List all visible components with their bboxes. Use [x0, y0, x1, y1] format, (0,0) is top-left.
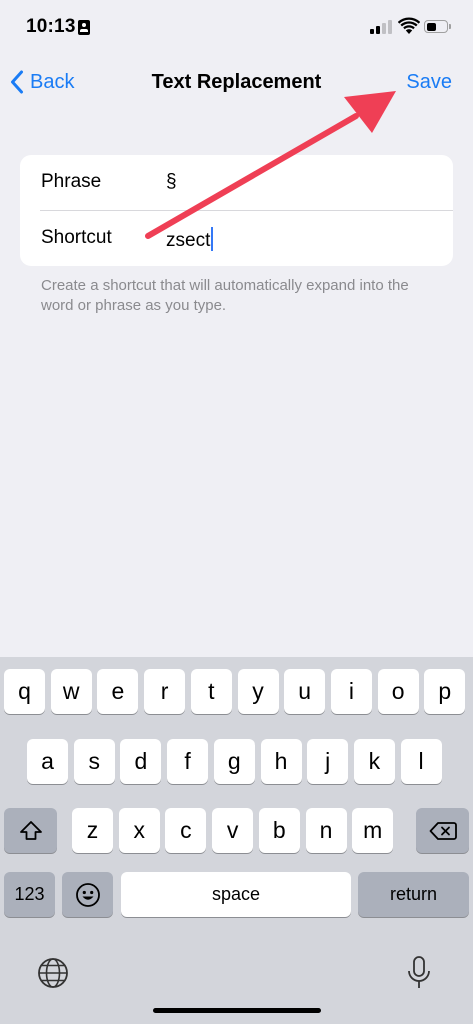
key-b[interactable]: b: [258, 808, 300, 853]
text-cursor: [211, 227, 214, 251]
shortcut-field[interactable]: zsect: [166, 227, 214, 252]
status-time: 10:13: [26, 16, 76, 37]
battery-level: [426, 22, 436, 31]
key-z[interactable]: z: [72, 808, 113, 853]
key-y[interactable]: y: [237, 669, 279, 714]
key-q[interactable]: q: [4, 669, 45, 714]
key-t[interactable]: t: [190, 669, 232, 714]
return-key[interactable]: return: [358, 872, 469, 917]
key-g[interactable]: g: [213, 739, 255, 784]
key-m[interactable]: m: [352, 808, 394, 853]
phrase-value: §: [166, 171, 177, 192]
home-indicator: [153, 1008, 321, 1013]
phrase-field[interactable]: §: [166, 171, 177, 193]
save-button[interactable]: Save: [406, 71, 452, 94]
key-p[interactable]: p: [424, 669, 466, 714]
back-button[interactable]: Back: [10, 70, 74, 94]
shift-key[interactable]: [4, 808, 57, 853]
navigation-bar: Back Text Replacement Save: [0, 58, 473, 108]
status-bar: 10:13: [0, 0, 473, 58]
delete-backspace-icon: [429, 821, 457, 840]
phrase-label: Phrase: [41, 171, 102, 192]
key-l[interactable]: l: [400, 739, 442, 784]
key-n[interactable]: n: [305, 808, 347, 853]
shift-icon: [19, 820, 42, 840]
battery-icon: [424, 20, 451, 33]
key-f[interactable]: f: [167, 739, 209, 784]
delete-key[interactable]: [416, 808, 469, 853]
key-a[interactable]: a: [27, 739, 68, 784]
key-i[interactable]: i: [330, 669, 372, 714]
replacement-form: Phrase § Shortcut zsect: [20, 155, 453, 266]
key-o[interactable]: o: [377, 669, 419, 714]
shortcut-value: zsect: [166, 230, 211, 251]
space-key[interactable]: space: [121, 872, 351, 917]
key-x[interactable]: x: [118, 808, 160, 853]
wifi-icon: [398, 17, 420, 34]
key-j[interactable]: j: [307, 739, 349, 784]
person-badge-icon: [78, 20, 90, 35]
key-s[interactable]: s: [73, 739, 115, 784]
emoji-icon: [75, 882, 100, 907]
emoji-key[interactable]: [62, 872, 113, 917]
key-d[interactable]: d: [120, 739, 162, 784]
key-u[interactable]: u: [284, 669, 326, 714]
footer-hint: Create a shortcut that will automaticall…: [41, 277, 409, 314]
key-e[interactable]: e: [97, 669, 139, 714]
microphone-icon[interactable]: [404, 955, 434, 991]
key-c[interactable]: c: [165, 808, 207, 853]
cellular-signal-icon: [370, 20, 394, 34]
shortcut-row[interactable]: Shortcut zsect: [20, 211, 453, 266]
key-h[interactable]: h: [260, 739, 302, 784]
key-r[interactable]: r: [144, 669, 186, 714]
key-v[interactable]: v: [212, 808, 254, 853]
chevron-left-icon: [11, 70, 23, 94]
keyboard: qwertyuiop asdfghjkl zxcvbnm 123 space r…: [0, 657, 473, 1024]
back-label: Back: [30, 70, 75, 93]
numbers-key[interactable]: 123: [4, 872, 55, 917]
key-w[interactable]: w: [50, 669, 92, 714]
shortcut-label: Shortcut: [41, 227, 112, 248]
globe-icon[interactable]: [36, 956, 70, 990]
phrase-row[interactable]: Phrase §: [20, 155, 453, 210]
key-k[interactable]: k: [353, 739, 395, 784]
